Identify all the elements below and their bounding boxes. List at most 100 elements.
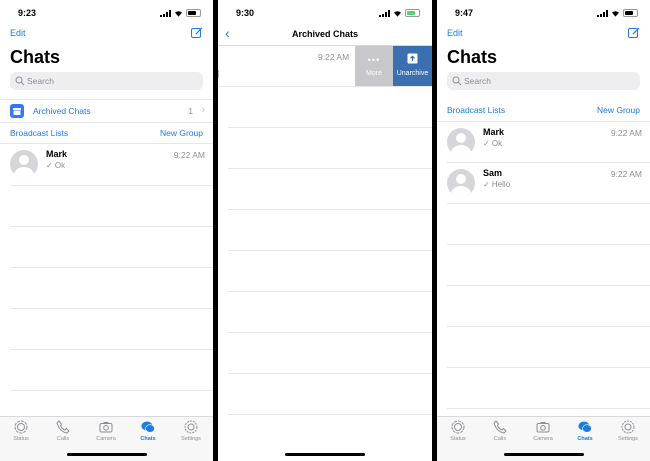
screen-chats-unarchived: 9:47 Edit Chats Search Broadcast Lists N… <box>437 0 650 461</box>
tab-chats[interactable]: Chats <box>133 420 163 442</box>
divider <box>228 209 432 210</box>
status-time: 9:30 <box>236 8 255 18</box>
broadcast-lists-link[interactable]: Broadcast Lists <box>10 128 68 138</box>
divider <box>10 226 213 227</box>
chat-row-mark[interactable]: Mark 9:22 AM ✓ Ok <box>437 123 650 163</box>
chats-icon <box>141 421 155 433</box>
more-button[interactable]: ••• More <box>355 46 393 86</box>
chat-message: ✓ Ok <box>483 139 503 148</box>
divider <box>0 143 213 144</box>
chats-icon <box>578 421 592 433</box>
tab-camera[interactable]: Camera <box>91 420 121 442</box>
page-title: Chats <box>10 47 61 67</box>
divider <box>10 185 213 186</box>
chat-message: ✓ Hello <box>483 180 511 189</box>
divider <box>228 332 432 333</box>
archived-chats-row[interactable]: Archived Chats 1 › <box>0 99 213 123</box>
wifi-icon <box>394 10 401 17</box>
wifi-icon <box>612 10 619 17</box>
tab-chats-label: Chats <box>140 436 156 442</box>
edit-button[interactable]: Edit <box>10 28 26 38</box>
tab-camera-label: Camera <box>533 436 553 442</box>
new-group-link[interactable]: New Group <box>597 105 640 115</box>
tab-settings-label: Settings <box>181 436 201 442</box>
gear-icon <box>184 420 198 434</box>
divider <box>228 127 432 128</box>
status-icon <box>451 420 465 434</box>
divider <box>10 390 213 391</box>
battery-icon <box>405 9 420 17</box>
status-bar: 9:30 <box>218 0 432 24</box>
search-placeholder: Search <box>464 76 491 86</box>
divider <box>447 285 650 286</box>
screen-chats-with-archive: 9:23 Edit Chats Search Archived Chats 1 … <box>0 0 213 461</box>
tab-chats-label: Chats <box>577 436 593 442</box>
tab-status[interactable]: Status <box>6 420 36 442</box>
edit-button[interactable]: Edit <box>447 28 463 38</box>
tab-status-label: Status <box>13 436 29 442</box>
home-indicator <box>285 453 365 456</box>
tab-calls[interactable]: Calls <box>485 420 515 442</box>
swipe-edge-mark <box>218 70 219 78</box>
compose-icon[interactable] <box>191 27 203 39</box>
divider <box>228 291 432 292</box>
archived-chats-label: Archived Chats <box>33 106 91 116</box>
status-icons <box>379 9 420 17</box>
tab-settings[interactable]: Settings <box>176 420 206 442</box>
chevron-right-icon: › <box>201 104 205 116</box>
battery-icon <box>623 9 638 17</box>
status-bar: 9:47 <box>437 0 650 24</box>
unarchive-label: Unarchive <box>396 70 429 77</box>
chat-row-sam[interactable]: Sam 9:22 AM ✓ Hello <box>437 164 650 204</box>
tab-camera[interactable]: Camera <box>528 420 558 442</box>
battery-icon <box>186 9 201 17</box>
signal-icon <box>379 9 390 17</box>
home-indicator <box>503 453 584 456</box>
archive-box-icon <box>10 104 24 118</box>
status-icons <box>597 9 638 17</box>
tab-settings-label: Settings <box>618 436 638 442</box>
chat-time: 9:22 AM <box>318 52 350 62</box>
tab-chats[interactable]: Chats <box>570 420 600 442</box>
search-input[interactable]: Search <box>10 72 203 90</box>
broadcast-lists-link[interactable]: Broadcast Lists <box>447 105 505 115</box>
avatar <box>447 169 475 197</box>
tab-calls-label: Calls <box>493 436 507 442</box>
divider <box>10 308 213 309</box>
search-placeholder: Search <box>27 76 54 86</box>
divider <box>447 408 650 409</box>
camera-icon <box>536 422 550 433</box>
tab-settings[interactable]: Settings <box>613 420 643 442</box>
page-title: Archived Chats <box>291 29 359 39</box>
divider <box>10 267 213 268</box>
gear-icon <box>621 420 635 434</box>
status-icon <box>14 420 28 434</box>
compose-icon[interactable] <box>628 27 640 39</box>
chat-time: 9:22 AM <box>173 150 205 160</box>
search-input[interactable]: Search <box>447 72 640 90</box>
chat-row-mark[interactable]: Mark 9:22 AM ✓ Ok <box>0 145 213 185</box>
unarchive-icon <box>407 53 418 64</box>
status-time: 9:47 <box>455 8 474 18</box>
unarchive-button[interactable]: Unarchive <box>393 46 432 86</box>
wifi-icon <box>175 10 182 17</box>
divider <box>437 121 650 122</box>
divider <box>228 414 432 415</box>
divider <box>228 250 432 251</box>
divider <box>228 373 432 374</box>
divider <box>447 203 650 204</box>
divider <box>218 86 432 87</box>
search-icon <box>15 76 25 86</box>
divider <box>10 349 213 350</box>
camera-icon <box>99 422 113 433</box>
divider <box>447 367 650 368</box>
search-icon <box>452 76 462 86</box>
new-group-link[interactable]: New Group <box>160 128 203 138</box>
chat-name: Mark <box>483 127 505 137</box>
tab-status[interactable]: Status <box>443 420 473 442</box>
signal-icon <box>597 9 608 17</box>
avatar <box>10 150 38 178</box>
chat-name: Sam <box>483 168 503 178</box>
tab-calls[interactable]: Calls <box>48 420 78 442</box>
divider <box>447 244 650 245</box>
